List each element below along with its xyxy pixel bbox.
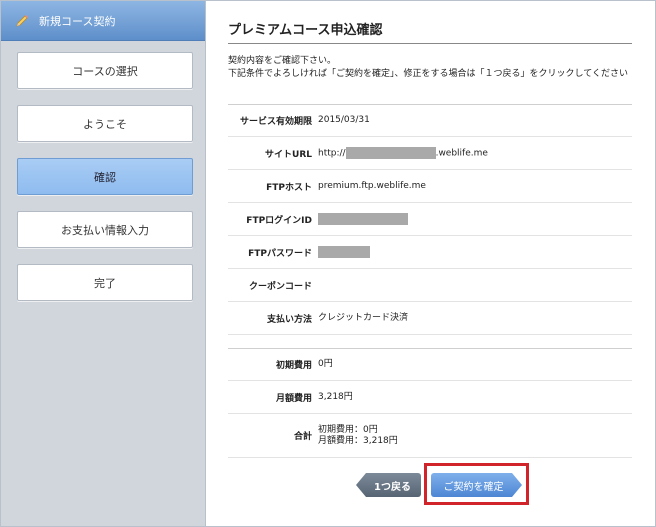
back-button[interactable]: 1つ戻る xyxy=(356,473,421,497)
pencil-icon xyxy=(15,14,29,28)
expiry-label: サービス有効期限 xyxy=(239,117,312,127)
intro-text: 契約内容をご確認下さい。 下記条件でよろしければ「ご契約を確定」、修正をする場合… xyxy=(228,55,648,81)
row-payment-method: 支払い方法 クレジットカード決済 xyxy=(228,302,632,335)
intro-line-1: 契約内容をご確認下さい。 xyxy=(228,56,337,66)
site-url-suffix: .weblife.me xyxy=(435,148,488,159)
step-course-select: コースの選択 xyxy=(17,52,193,89)
ftp-password-value xyxy=(318,245,632,259)
coupon-label: クーポンコード xyxy=(248,281,312,292)
total-line-initial: 初期費用：0円 xyxy=(318,424,378,435)
sidebar-title: 新規コース契約 xyxy=(39,14,116,28)
step-label: お支払い情報入力 xyxy=(61,223,149,237)
row-initial-fee: 初期費用 0円 xyxy=(228,348,632,381)
step-payment-info: お支払い情報入力 xyxy=(17,211,193,248)
sidebar-header: 新規コース契約 xyxy=(1,1,205,41)
page-title: プレミアムコース申込確認 xyxy=(228,23,383,38)
ftp-password-label: FTPパスワード xyxy=(248,248,312,259)
step-label: 確認 xyxy=(94,170,116,184)
intro-line-2: 下記条件でよろしければ「ご契約を確定」、修正をする場合は「１つ戻る」をクリックし… xyxy=(228,69,628,79)
step-confirm: 確認 xyxy=(17,158,193,195)
sidebar: 新規コース契約 コースの選択 ようこそ 確認 お支払い情報入力 完了 xyxy=(1,1,206,526)
site-url-value: http:// .weblife.me xyxy=(318,146,632,160)
ftp-host-label: FTPホスト xyxy=(266,182,312,193)
initial-fee-label: 初期費用 xyxy=(275,361,312,371)
details-table: サービス有効期限 2015/03/31 サイトURL http:// .webli… xyxy=(228,104,632,335)
payment-value: クレジットカード決済 xyxy=(318,312,409,323)
row-coupon: クーポンコード xyxy=(228,269,632,302)
row-ftp-host: FTPホスト premium.ftp.weblife.me xyxy=(228,170,632,203)
total-label: 合計 xyxy=(293,432,312,442)
row-site-url: サイトURL http:// .weblife.me xyxy=(228,137,632,170)
redacted-mask xyxy=(345,146,436,159)
row-monthly-fee: 月額費用 3,218円 xyxy=(228,381,632,414)
redacted-mask xyxy=(318,212,408,225)
step-label: コースの選択 xyxy=(72,64,138,78)
expiry-value: 2015/03/31 xyxy=(318,115,370,125)
ftp-host-value: premium.ftp.weblife.me xyxy=(318,180,426,191)
step-label: 完了 xyxy=(94,276,116,290)
row-total: 合計 初期費用：0円 月額費用：3,218円 xyxy=(228,414,632,458)
payment-label: 支払い方法 xyxy=(266,314,312,325)
redacted-mask xyxy=(318,245,370,258)
row-expiry: サービス有効期限 2015/03/31 xyxy=(228,104,632,137)
ftp-login-value xyxy=(318,212,632,226)
step-label: ようこそ xyxy=(83,117,127,131)
title-divider xyxy=(228,43,632,44)
row-ftp-login: FTPログインID xyxy=(228,203,632,236)
step-welcome: ようこそ xyxy=(17,105,193,142)
ftp-login-label: FTPログインID xyxy=(246,215,312,226)
main-content: プレミアムコース申込確認 契約内容をご確認下さい。 下記条件でよろしければ「ご契… xyxy=(206,1,655,526)
site-url-label: サイトURL xyxy=(265,149,312,160)
site-url-prefix: http:// xyxy=(318,148,346,159)
step-complete: 完了 xyxy=(17,264,193,301)
fees-table: 初期費用 0円 月額費用 3,218円 合計 初期費用：0円 月額費用：3,21… xyxy=(228,348,632,458)
step-list: コースの選択 ようこそ 確認 お支払い情報入力 完了 xyxy=(1,41,205,301)
row-ftp-password: FTPパスワード xyxy=(228,236,632,269)
monthly-fee-label: 月額費用 xyxy=(275,393,312,404)
initial-fee-value: 0円 xyxy=(318,359,333,369)
confirm-contract-button[interactable]: ご契約を確定 xyxy=(431,473,522,497)
total-value: 初期費用：0円 月額費用：3,218円 xyxy=(318,425,632,447)
monthly-fee-value: 3,218円 xyxy=(318,391,353,402)
total-line-monthly: 月額費用：3,218円 xyxy=(318,435,398,446)
